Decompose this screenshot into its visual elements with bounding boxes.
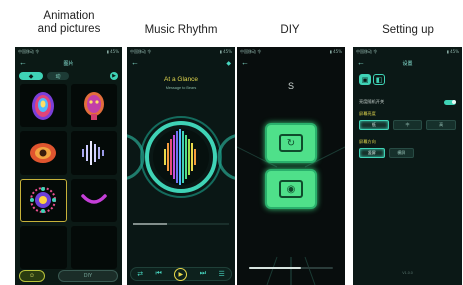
caption-music-rhythm: Music Rhythm [144, 24, 218, 36]
caption-setting-up: Setting up [382, 24, 434, 36]
page-title: 设置 [402, 60, 413, 67]
carrier-text: 中国移动 令 [130, 48, 152, 54]
face-art [83, 91, 104, 120]
version-text: V1.0.0 [402, 271, 413, 275]
phone-music-screen: 中国移动 令 ▮ 45% ← ◆ At a Glance Message to … [127, 47, 235, 285]
image-icon: ◆ [28, 73, 34, 80]
option-label: 中 [405, 122, 410, 127]
waveform-art [81, 140, 104, 165]
brightness-low[interactable]: 低 [359, 120, 389, 130]
back-arrow-icon[interactable]: ← [357, 59, 365, 67]
diy-button-label: DIY [83, 272, 93, 279]
play-icon[interactable]: ▶ [110, 72, 118, 80]
brightness-slider[interactable] [249, 267, 333, 269]
option-label: 低 [371, 122, 376, 127]
animation-thumbnail-4[interactable] [70, 131, 117, 175]
animation-thumbnail-1[interactable] [20, 84, 67, 128]
mandala-art [30, 187, 57, 214]
carrier-text: 中国移动 令 [18, 48, 40, 54]
app-bar: ← 设置 [353, 56, 462, 70]
toggle-label: 亮度随机开关 [359, 99, 385, 104]
segment-general[interactable]: ▣ [359, 74, 371, 85]
back-arrow-icon[interactable]: ← [131, 59, 139, 67]
orientation-label: 屏幕方向 [359, 139, 376, 144]
eye-art [30, 142, 57, 163]
tab-images[interactable]: ◆ [19, 72, 43, 80]
caption-diy: DIY [280, 24, 300, 36]
playback-controls: ⇄ ⏮ ▶ ⏭ ☰ [130, 267, 232, 281]
phone-settings-screen: 中国移动 令 ▮ 45% ← 设置 ▣ ◧ 亮度随机开关 屏幕亮度 低 中 高 … [353, 47, 462, 285]
brightness-label: 屏幕亮度 [359, 111, 376, 116]
camera-icon: ◉ [279, 180, 303, 198]
camera-button[interactable]: ◉ [265, 169, 317, 209]
animation-thumbnail-3[interactable] [20, 131, 67, 175]
tab-animations-label: 动 [55, 73, 61, 80]
orientation-landscape[interactable]: 横屏 [388, 148, 414, 158]
list-icon[interactable]: ☰ [218, 270, 224, 278]
option-label: 横屏 [397, 150, 406, 155]
random-brightness-toggle[interactable] [444, 99, 456, 105]
back-arrow-icon[interactable]: ← [19, 59, 27, 67]
tab-animations[interactable]: 动 [47, 72, 69, 80]
animation-thumbnail-5-selected[interactable] [20, 178, 67, 222]
status-bar: 中国移动 令 ▮ 45% [353, 47, 462, 56]
repeat-icon[interactable]: ⇄ [137, 270, 143, 278]
orientation-options: 竖屏 横屏 [359, 148, 414, 158]
slider-fill [249, 267, 302, 269]
bottom-actions: ☺ DIY [19, 269, 118, 282]
app-bar: ← ◆ [127, 56, 235, 70]
settings-diamond-icon[interactable]: ◆ [226, 60, 231, 67]
animation-thumbnail-6[interactable] [70, 178, 117, 222]
status-bar: 中国移动 令 ▮ 45% [15, 47, 122, 56]
brightness-options: 低 中 高 [359, 120, 457, 130]
brightness-high[interactable]: 高 [426, 120, 457, 130]
play-button[interactable]: ▶ [174, 267, 188, 281]
phone-diy-screen: 中国移动 令 ▮ 45% ← S ↻ ◉ [237, 47, 345, 285]
curve-art [81, 194, 107, 204]
settings-segment: ▣ ◧ [359, 74, 385, 85]
progress-area [133, 223, 229, 225]
face-button[interactable]: ☺ [19, 269, 45, 282]
category-tabs: ◆ 动 ▶ [19, 71, 118, 81]
app-bar: ← 图片 [15, 56, 122, 70]
battery-text: ▮ 45% [106, 49, 119, 54]
animation-thumbnail-8[interactable] [70, 225, 117, 269]
song-title: At a Glance [164, 76, 198, 83]
option-label: 高 [439, 122, 444, 127]
brightness-medium[interactable]: 中 [392, 120, 423, 130]
face-icon: ☺ [28, 272, 36, 279]
option-label: 竖屏 [367, 150, 376, 155]
draw-button[interactable]: ↻ [265, 123, 317, 163]
animation-thumbnail-7[interactable] [20, 225, 67, 269]
play-icon: ▶ [178, 271, 184, 278]
random-brightness-row: 亮度随机开关 [359, 99, 456, 105]
flame-skull-art [32, 91, 55, 120]
phone-animation-screen: 中国移动 令 ▮ 45% ← 图片 ◆ 动 ▶ ☺ DIY [15, 47, 122, 285]
song-artist: Message to Bears [165, 86, 197, 90]
orientation-portrait[interactable]: 竖屏 [359, 148, 385, 158]
segment-display[interactable]: ◧ [373, 74, 385, 85]
caption-animation: Animation and pictures [37, 10, 101, 35]
brand-logo: S [287, 81, 294, 91]
page-title: 图片 [63, 60, 74, 67]
status-bar: 中国移动 令 ▮ 45% [127, 47, 235, 56]
rhythm-visualizer [127, 116, 235, 198]
animation-thumbnail-2[interactable] [70, 84, 117, 128]
carrier-text: 中国移动 令 [356, 48, 378, 54]
previous-icon[interactable]: ⏮ [156, 270, 162, 278]
diy-button[interactable]: DIY [58, 269, 118, 282]
battery-text: ▮ 45% [219, 49, 232, 54]
next-icon[interactable]: ⏭ [200, 270, 206, 278]
device-icon: ▣ [361, 76, 369, 84]
battery-text: ▮ 45% [446, 49, 459, 54]
display-icon: ◧ [375, 76, 383, 84]
animation-grid [20, 84, 117, 269]
draw-icon: ↻ [279, 134, 303, 152]
